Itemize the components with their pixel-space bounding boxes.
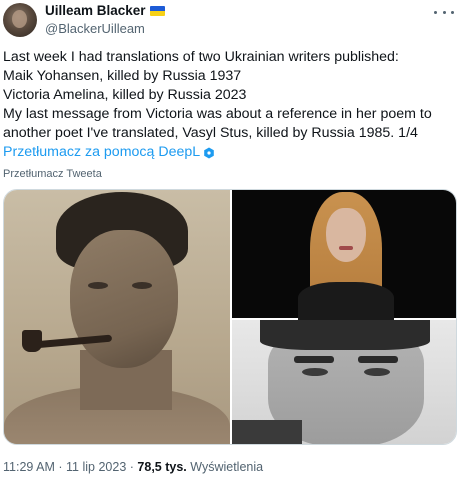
- meta-separator: ·: [58, 460, 63, 474]
- translate-with-deepl-link[interactable]: Przetłumacz za pomocą DeepL: [3, 144, 200, 160]
- deepl-icon: [203, 146, 215, 159]
- tweet-date[interactable]: 11 lip 2023: [66, 460, 126, 474]
- views-label[interactable]: Wyświetlenia: [190, 460, 263, 474]
- photo-man-with-pipe[interactable]: [4, 190, 230, 444]
- translate-tweet-note[interactable]: Przetłumacz Tweeta: [3, 168, 102, 180]
- tweet-text: Last week I had translations of two Ukra…: [3, 48, 458, 143]
- author-display-name[interactable]: Uilleam Blacker: [45, 3, 146, 18]
- tweet-header: Uilleam Blacker @BlackerUilleam: [0, 0, 460, 40]
- tweet-text-line: Victoria Amelina, killed by Russia 2023: [3, 87, 247, 103]
- views-count[interactable]: 78,5 tys.: [137, 460, 186, 474]
- tweet-text-line: Maik Yohansen, killed by Russia 1937: [3, 68, 242, 84]
- author-name-row[interactable]: Uilleam Blacker: [45, 3, 165, 18]
- tweet-text-line: Last week I had translations of two Ukra…: [3, 49, 399, 65]
- meta-separator: ·: [129, 460, 134, 474]
- tweet-time[interactable]: 11:29 AM: [3, 460, 55, 474]
- translate-row[interactable]: Przetłumacz za pomocą DeepL: [3, 144, 215, 160]
- photo-woman-portrait[interactable]: [232, 190, 456, 322]
- avatar[interactable]: [3, 3, 37, 37]
- tweet-text-line: My last message from Victoria was about …: [3, 106, 432, 122]
- media-grid: [3, 189, 457, 445]
- more-options-icon[interactable]: [434, 4, 454, 20]
- author-handle[interactable]: @BlackerUilleam: [45, 21, 145, 36]
- tweet-meta: 11:29 AM · 11 lip 2023 · 78,5 tys. Wyświ…: [3, 460, 263, 474]
- photo-man-closeup[interactable]: [232, 320, 456, 444]
- ukraine-flag-icon: [149, 5, 165, 16]
- tweet-text-line: another poet I've translated, Vasyl Stus…: [3, 125, 418, 141]
